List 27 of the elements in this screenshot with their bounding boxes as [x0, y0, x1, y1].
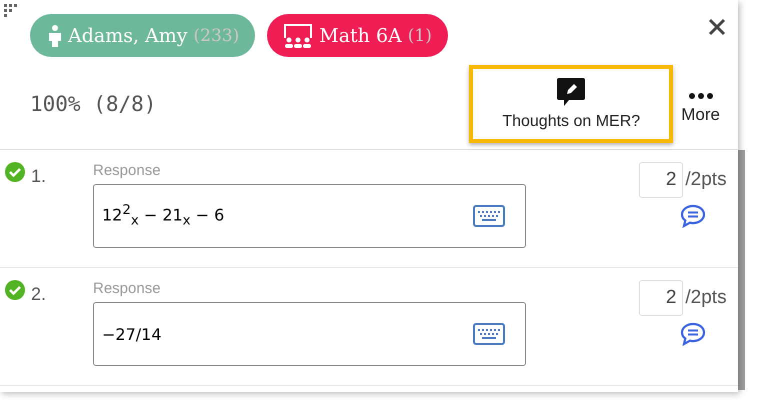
score-text: 100% (8/8) — [30, 92, 158, 116]
more-button[interactable]: More — [673, 93, 728, 125]
response-label: Response — [93, 280, 162, 297]
keyboard-icon[interactable] — [473, 205, 505, 227]
points-field[interactable]: 2 — [639, 162, 684, 198]
feedback-button[interactable]: Thoughts on MER? — [469, 65, 674, 143]
max-points: /2pts — [685, 169, 727, 191]
question-number: 1. — [31, 166, 46, 187]
dots-icon — [688, 93, 713, 99]
max-points: /2pts — [685, 287, 727, 309]
question-number: 2. — [31, 284, 46, 305]
response-label: Response — [93, 162, 162, 179]
classroom-icon — [283, 22, 314, 48]
drag-handle-icon[interactable] — [2, 2, 20, 20]
scrollbar[interactable] — [738, 150, 745, 390]
points-field[interactable]: 2 — [639, 280, 684, 316]
comment-icon[interactable] — [680, 204, 706, 228]
class-chip[interactable]: Math 6A (1) — [267, 14, 448, 57]
answer-text: −27/14 — [102, 324, 162, 344]
person-icon — [48, 24, 62, 46]
response-field[interactable]: 12$^{2}$$_{x}$ − 21$_{x}$ − 6 — [93, 184, 526, 248]
answer-text: 12$^{2}$$_{x}$ − 21$_{x}$ − 6 — [102, 203, 224, 229]
keyboard-icon[interactable] — [473, 323, 505, 345]
close-icon[interactable] — [708, 18, 726, 36]
response-field[interactable]: −27/14 — [93, 302, 526, 366]
comment-pencil-icon — [556, 77, 586, 107]
comment-icon[interactable] — [680, 322, 706, 346]
